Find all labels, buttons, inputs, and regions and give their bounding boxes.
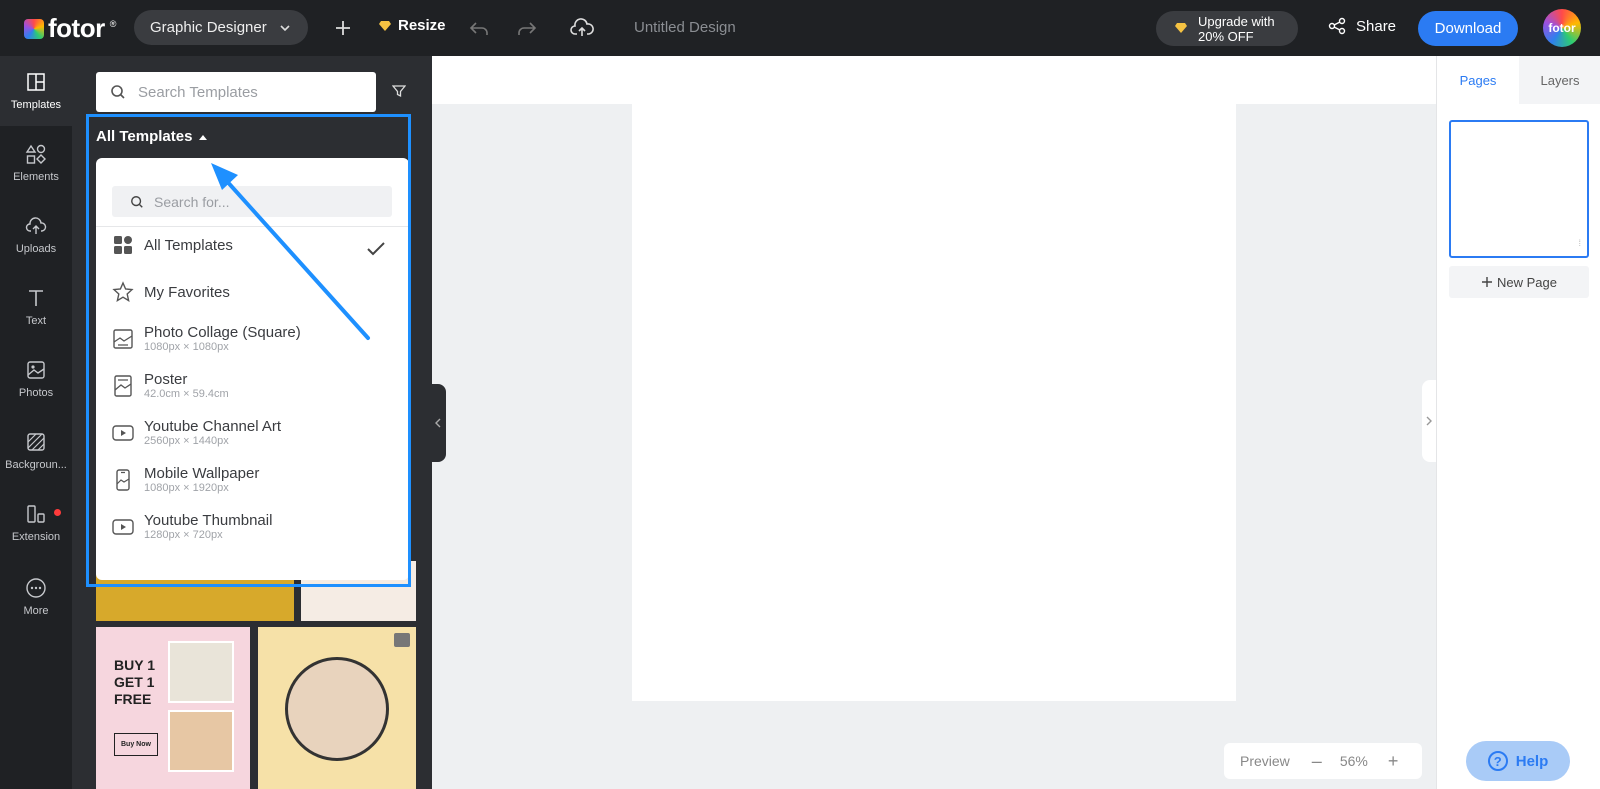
- chevron-down-icon: [280, 24, 290, 31]
- nav-label: Templates: [10, 99, 62, 111]
- template-thumbnail-birthday[interactable]: [258, 627, 416, 789]
- resize-label: Resize: [398, 17, 446, 34]
- canvas-toolbar-strip: [432, 56, 1436, 104]
- nav-item-uploads[interactable]: Uploads: [0, 200, 72, 270]
- new-page-label: New Page: [1497, 274, 1557, 290]
- document-title[interactable]: Untitled Design: [634, 19, 736, 36]
- extension-icon: [27, 505, 45, 523]
- logo-text: fotor: [48, 13, 105, 43]
- logo-mark-icon: [24, 18, 44, 39]
- cupcake-image: [168, 641, 234, 703]
- panel-collapse-toggle[interactable]: [430, 384, 446, 462]
- upload-cloud-icon: [25, 217, 47, 234]
- diamond-icon: [379, 20, 391, 31]
- upgrade-line2: 20% OFF: [1198, 29, 1254, 44]
- role-selector-button[interactable]: Graphic Designer: [134, 10, 308, 45]
- favorite-icon[interactable]: [394, 633, 410, 647]
- download-button[interactable]: Download: [1418, 11, 1518, 46]
- nav-item-extension[interactable]: Extension: [0, 488, 72, 558]
- templates-icon: [27, 73, 45, 91]
- more-icon: [26, 578, 46, 598]
- zoom-in-icon[interactable]: +: [1388, 751, 1399, 772]
- page-handle-icon: ⁞: [1578, 238, 1581, 248]
- nav-item-more[interactable]: More: [0, 562, 72, 632]
- tab-layers[interactable]: Layers: [1519, 56, 1600, 104]
- help-label: Help: [1515, 752, 1549, 770]
- page-thumbnail[interactable]: ⁞: [1449, 120, 1589, 258]
- artboard[interactable]: [632, 104, 1236, 701]
- chevron-left-icon: [435, 418, 441, 428]
- right-panel-toggle[interactable]: [1422, 380, 1436, 462]
- nav-item-backgrounds[interactable]: Backgroun...: [0, 416, 72, 486]
- preview-button[interactable]: Preview: [1240, 753, 1290, 769]
- filter-icon[interactable]: [391, 84, 407, 103]
- redo-icon[interactable]: [516, 14, 538, 49]
- fotor-logo[interactable]: fotor ®: [24, 13, 116, 44]
- zoom-level[interactable]: 56%: [1340, 753, 1368, 769]
- template-thumbnail-buy-one[interactable]: BUY 1 GET 1 FREE Buy Now: [96, 627, 250, 789]
- nav-label: Text: [25, 315, 47, 327]
- share-label: Share: [1356, 17, 1397, 35]
- nav-label: More: [23, 605, 49, 617]
- plus-icon: [1482, 277, 1492, 287]
- undo-icon[interactable]: [468, 14, 490, 49]
- elements-icon: [25, 144, 46, 164]
- upgrade-button[interactable]: Upgrade with 20% OFF: [1156, 11, 1298, 46]
- share-button[interactable]: Share: [1328, 17, 1396, 35]
- text-icon: [29, 290, 43, 306]
- help-question-icon: ?: [1487, 751, 1508, 771]
- share-icon: [1328, 17, 1346, 35]
- pages-layers-tabs: Pages Layers: [1437, 56, 1600, 104]
- search-templates-input[interactable]: Search Templates: [96, 72, 376, 112]
- top-bar: fotor ® Graphic Designer Resize Untitled…: [0, 0, 1600, 56]
- role-label: Graphic Designer: [150, 19, 267, 36]
- nav-item-templates[interactable]: Templates: [0, 56, 72, 126]
- nav-item-photos[interactable]: Photos: [0, 344, 72, 414]
- add-icon[interactable]: [333, 14, 353, 49]
- help-button[interactable]: ? Help: [1466, 741, 1570, 781]
- photo-icon: [27, 361, 45, 379]
- nav-item-elements[interactable]: Elements: [0, 128, 72, 198]
- zoom-out-icon[interactable]: –: [1312, 751, 1322, 772]
- nav-label: Backgroun...: [5, 459, 67, 471]
- portrait-image: [285, 657, 389, 761]
- notification-dot: [54, 509, 61, 516]
- new-page-button[interactable]: New Page: [1449, 266, 1589, 298]
- nav-label: Uploads: [15, 243, 57, 255]
- background-icon: [27, 433, 45, 451]
- cupcake-image: [168, 710, 234, 772]
- avatar[interactable]: fotor: [1543, 9, 1581, 47]
- nav-label: Photos: [18, 387, 54, 399]
- pages-panel: Pages Layers ⁞ New Page: [1436, 56, 1600, 789]
- nav-label: Extension: [11, 531, 61, 543]
- search-icon: [111, 85, 125, 99]
- chevron-right-icon: [1426, 416, 1432, 426]
- cloud-save-icon[interactable]: [570, 14, 594, 49]
- nav-item-text[interactable]: Text: [0, 272, 72, 342]
- upgrade-line1: Upgrade with: [1198, 14, 1275, 29]
- diamond-icon: [1175, 23, 1187, 33]
- logo-registered-mark: ®: [109, 18, 117, 29]
- tab-pages[interactable]: Pages: [1437, 56, 1519, 104]
- left-nav: Templates Elements Uploads Text Photos B…: [0, 56, 72, 789]
- search-placeholder: Search Templates: [138, 83, 258, 101]
- nav-label: Elements: [13, 171, 59, 183]
- zoom-bar: Preview – 56% +: [1224, 743, 1422, 779]
- dropdown-highlight-frame: [86, 114, 411, 587]
- resize-button[interactable]: Resize: [378, 17, 446, 34]
- template-text: Buy Now: [114, 733, 158, 756]
